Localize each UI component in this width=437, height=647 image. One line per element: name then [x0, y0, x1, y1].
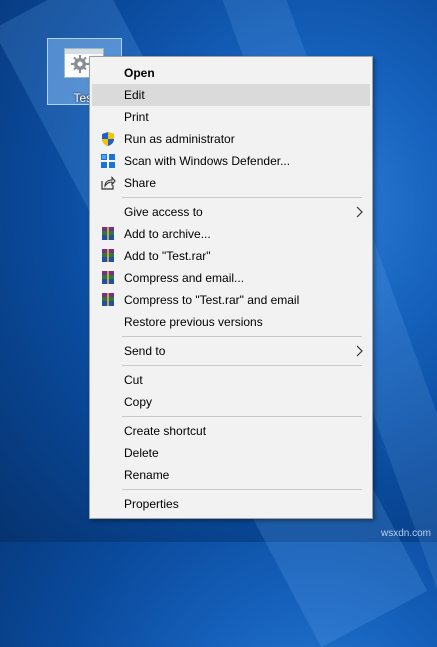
menu-separator	[122, 197, 362, 198]
menu-item-compress-to-test-rar-and-email[interactable]: Compress to "Test.rar" and email	[92, 289, 370, 311]
menu-item-restore-previous-versions[interactable]: Restore previous versions	[92, 311, 370, 333]
menu-item-add-to-archive[interactable]: Add to archive...	[92, 223, 370, 245]
menu-item-label: Properties	[124, 497, 179, 511]
winrar-icon	[102, 227, 114, 240]
menu-item-delete[interactable]: Delete	[92, 442, 370, 464]
menu-item-label: Rename	[124, 468, 170, 482]
winrar-icon	[102, 271, 114, 284]
menu-separator	[122, 416, 362, 417]
menu-item-properties[interactable]: Properties	[92, 493, 370, 515]
menu-item-label: Give access to	[124, 205, 203, 219]
menu-item-scan-windows-defender[interactable]: Scan with Windows Defender...	[92, 150, 370, 172]
menu-item-label: Print	[124, 110, 149, 124]
menu-item-label: Create shortcut	[124, 424, 207, 438]
menu-item-label: Add to "Test.rar"	[124, 249, 211, 263]
menu-item-label: Add to archive...	[124, 227, 211, 241]
menu-item-label: Share	[124, 176, 157, 190]
menu-item-label: Send to	[124, 344, 166, 358]
menu-item-share[interactable]: Share	[92, 172, 370, 194]
context-menu: Open Edit Print Run as administrator Sca…	[89, 56, 373, 519]
menu-item-rename[interactable]: Rename	[92, 464, 370, 486]
menu-item-label: Scan with Windows Defender...	[124, 154, 291, 168]
menu-item-compress-and-email[interactable]: Compress and email...	[92, 267, 370, 289]
menu-item-create-shortcut[interactable]: Create shortcut	[92, 420, 370, 442]
gear-icon	[71, 55, 89, 73]
menu-item-cut[interactable]: Cut	[92, 369, 370, 391]
chevron-right-icon	[356, 345, 363, 357]
menu-item-label: Run as administrator	[124, 132, 235, 146]
menu-item-label: Copy	[124, 395, 153, 409]
menu-item-open[interactable]: Open	[92, 62, 370, 84]
menu-item-label: Restore previous versions	[124, 315, 263, 329]
chevron-right-icon	[356, 206, 363, 218]
menu-separator	[122, 336, 362, 337]
menu-item-print[interactable]: Print	[92, 106, 370, 128]
windows-defender-icon	[101, 154, 115, 168]
menu-item-send-to[interactable]: Send to	[92, 340, 370, 362]
menu-item-label: Edit	[124, 88, 145, 102]
menu-item-add-to-test-rar[interactable]: Add to "Test.rar"	[92, 245, 370, 267]
watermark: wsxdn.com	[380, 528, 431, 539]
menu-item-label: Cut	[124, 373, 143, 387]
menu-item-run-as-administrator[interactable]: Run as administrator	[92, 128, 370, 150]
uac-shield-icon	[102, 132, 114, 146]
share-icon	[101, 176, 116, 190]
menu-separator	[122, 365, 362, 366]
winrar-icon	[102, 249, 114, 262]
menu-item-edit[interactable]: Edit	[92, 84, 370, 106]
menu-item-give-access-to[interactable]: Give access to	[92, 201, 370, 223]
menu-item-label: Open	[124, 66, 155, 80]
menu-item-copy[interactable]: Copy	[92, 391, 370, 413]
menu-separator	[122, 489, 362, 490]
menu-item-label: Delete	[124, 446, 159, 460]
winrar-icon	[102, 293, 114, 306]
menu-item-label: Compress to "Test.rar" and email	[124, 293, 300, 307]
menu-item-label: Compress and email...	[124, 271, 245, 285]
